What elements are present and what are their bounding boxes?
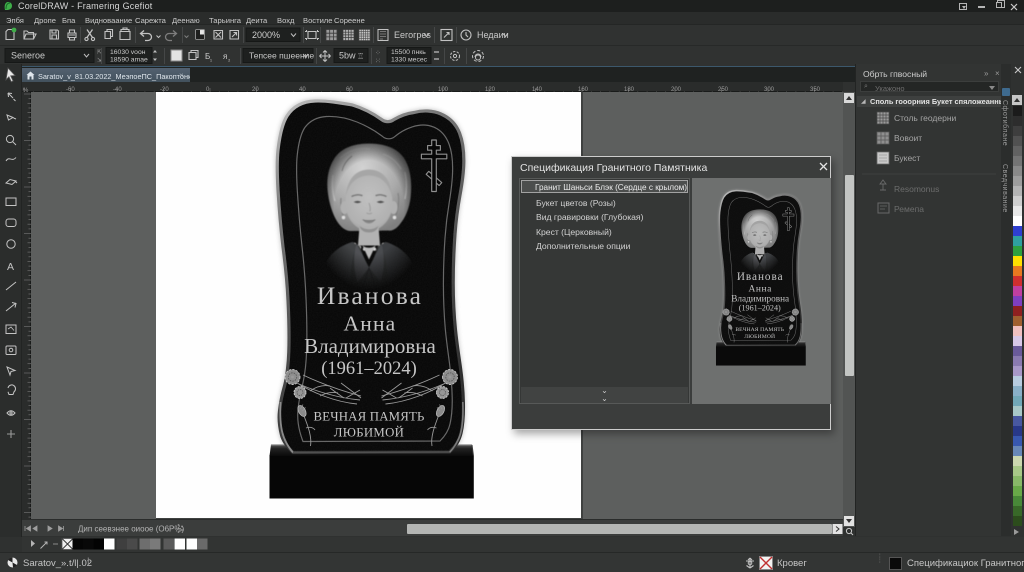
- svg-text:Вовоит: Вовоит: [894, 133, 922, 143]
- svg-text:Ремепа: Ремепа: [894, 204, 924, 214]
- svg-text:Дип сеевэнее оиоое (О6Р%): Дип сеевэнее оиоое (О6Р%): [78, 525, 184, 534]
- svg-text:Букест: Букест: [894, 153, 920, 163]
- svg-text:Resomonus: Resomonus: [894, 184, 939, 194]
- svg-text:Столь геодерни: Столь геодерни: [894, 113, 957, 123]
